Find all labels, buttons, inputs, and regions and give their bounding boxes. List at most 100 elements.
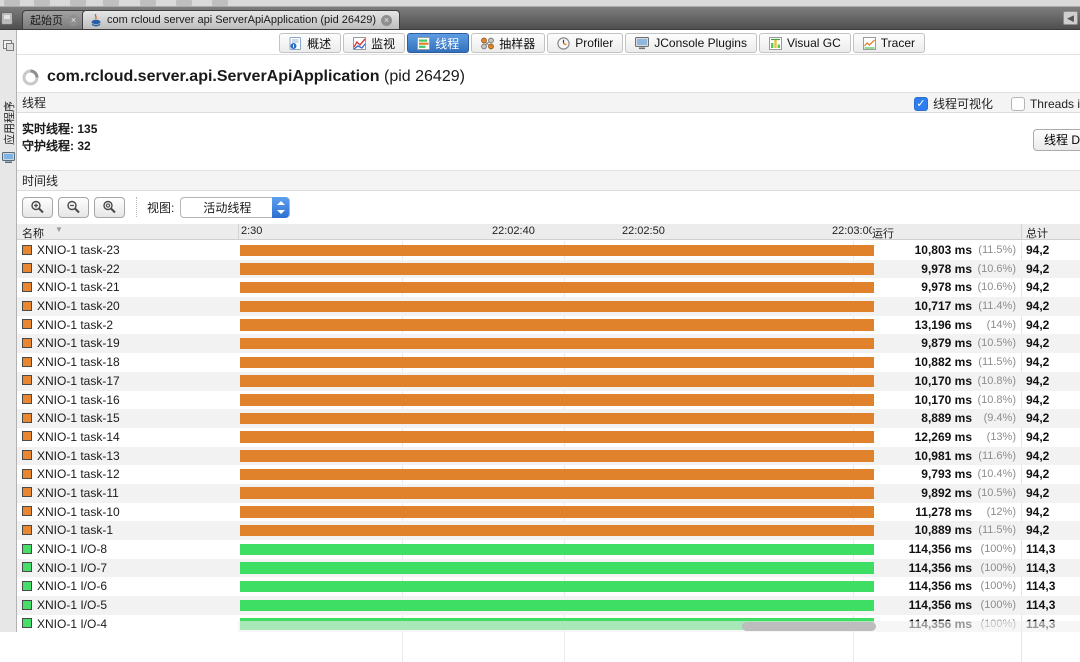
table-row[interactable]: XNIO-1 task-213,196 ms(14%)94,2: [17, 316, 1080, 335]
threads-inside-checkbox[interactable]: Threads i: [1011, 97, 1080, 111]
running-time: 12,269 ms: [915, 430, 972, 444]
total-time: 94,2: [1026, 486, 1049, 500]
total-time: 94,2: [1026, 505, 1049, 519]
thread-timeline-bar: [240, 263, 874, 275]
thread-timeline-bar: [240, 413, 874, 425]
view-label: 视图:: [147, 199, 174, 216]
zoom-out-button[interactable]: [58, 197, 89, 218]
running-percent: (100%): [981, 562, 1016, 574]
close-icon[interactable]: ×: [381, 15, 392, 26]
thread-timeline-bar: [240, 431, 874, 443]
horizontal-scrollbar[interactable]: [238, 621, 1080, 632]
thread-timeline-bar: [240, 357, 874, 369]
live-threads-line: 实时线程: 135: [22, 121, 97, 138]
view-tab-jconsole-plugins[interactable]: JConsole Plugins: [625, 33, 757, 53]
running-percent: (9.4%): [984, 412, 1016, 424]
threads-options: ✓ 线程可视化 Threads i: [914, 93, 1080, 114]
view-tab-tracer[interactable]: Tracer: [853, 33, 925, 53]
dropdown-stepper-icon[interactable]: [272, 197, 289, 218]
close-icon[interactable]: ×: [68, 15, 79, 26]
table-row[interactable]: XNIO-1 I/O-6114,356 ms(100%)114,3: [17, 577, 1080, 596]
zoom-fit-icon: [102, 200, 117, 214]
thread-visualization-label: 线程可视化: [933, 95, 993, 112]
thread-dump-button[interactable]: 线程 D: [1033, 129, 1080, 151]
view-tab-线程[interactable]: 线程: [407, 33, 469, 53]
scrollbar-thumb[interactable]: [742, 622, 876, 631]
thread-timeline-bar: [240, 338, 874, 350]
table-row[interactable]: XNIO-1 I/O-5114,356 ms(100%)114,3: [17, 596, 1080, 615]
computer-icon[interactable]: [2, 152, 15, 163]
total-time: 94,2: [1026, 411, 1049, 425]
toolbar-icon-stub: [70, 0, 86, 6]
running-time: 10,717 ms: [915, 299, 972, 313]
view-tab-概述[interactable]: 概述: [279, 33, 341, 53]
document-tab-strip: 起始页 × com rcloud server api ServerApiApp…: [0, 7, 1080, 30]
view-tab-抽样器[interactable]: 抽样器: [471, 33, 545, 53]
table-row[interactable]: XNIO-1 task-2010,717 ms(11.4%)94,2: [17, 297, 1080, 316]
table-row[interactable]: XNIO-1 task-1610,170 ms(10.8%)94,2: [17, 391, 1080, 410]
table-row[interactable]: XNIO-1 task-1710,170 ms(10.8%)94,2: [17, 372, 1080, 391]
sidebar-item-applications[interactable]: 应用程序: [1, 101, 17, 145]
thread-timeline-bar: [240, 450, 874, 462]
running-percent: (10.6%): [977, 281, 1016, 293]
thread-name: XNIO-1 task-22: [37, 262, 120, 276]
thread-state-icon: [22, 618, 32, 628]
tab-application[interactable]: com rcloud server api ServerApiApplicati…: [82, 10, 400, 29]
tab-scroll-left-icon[interactable]: ◀: [1063, 11, 1078, 25]
tab-start-page[interactable]: 起始页 ×: [22, 10, 87, 29]
view-tab-visual-gc[interactable]: Visual GC: [759, 33, 851, 53]
zoom-fit-button[interactable]: [94, 197, 125, 218]
timeline-section-caption: 时间线: [17, 170, 1080, 191]
thread-name: XNIO-1 I/O-4: [37, 617, 107, 631]
checkbox-unchecked-icon[interactable]: [1011, 97, 1025, 111]
column-header-running[interactable]: 运行: [872, 225, 894, 241]
table-row[interactable]: XNIO-1 task-1810,882 ms(11.5%)94,2: [17, 353, 1080, 372]
table-row[interactable]: XNIO-1 task-219,978 ms(10.6%)94,2: [17, 278, 1080, 297]
total-time: 94,2: [1026, 523, 1049, 537]
table-row[interactable]: XNIO-1 task-229,978 ms(10.6%)94,2: [17, 260, 1080, 279]
running-percent: (10.8%): [977, 375, 1016, 387]
view-tab-label: JConsole Plugins: [654, 36, 747, 50]
running-time: 114,356 ms: [909, 598, 972, 612]
timeline-caption-label: 时间线: [22, 172, 58, 189]
restore-group-icon[interactable]: [3, 40, 12, 49]
sort-descending-icon[interactable]: ▼: [55, 225, 63, 234]
table-row[interactable]: XNIO-1 task-1011,278 ms(12%)94,2: [17, 503, 1080, 522]
window-icon[interactable]: [1, 12, 13, 25]
running-time: 8,889 ms: [921, 411, 972, 425]
thread-timeline-bar: [240, 525, 874, 537]
thread-name: XNIO-1 task-20: [37, 299, 120, 313]
table-row[interactable]: XNIO-1 task-199,879 ms(10.5%)94,2: [17, 334, 1080, 353]
threads-section-caption: 线程 ✓ 线程可视化 Threads i: [17, 92, 1080, 113]
table-row[interactable]: XNIO-1 task-1412,269 ms(13%)94,2: [17, 428, 1080, 447]
column-header-name[interactable]: 名称: [22, 225, 44, 241]
view-tab-监视[interactable]: 监视: [343, 33, 405, 53]
table-row[interactable]: XNIO-1 I/O-8114,356 ms(100%)114,3: [17, 540, 1080, 559]
view-dropdown-value: 活动线程: [203, 199, 251, 216]
table-row[interactable]: XNIO-1 task-1310,981 ms(11.6%)94,2: [17, 447, 1080, 466]
running-time: 9,978 ms: [921, 262, 972, 276]
column-header-total[interactable]: 总计: [1026, 225, 1048, 241]
running-percent: (11.6%): [978, 450, 1016, 462]
zoom-in-button[interactable]: [22, 197, 53, 218]
table-row[interactable]: XNIO-1 task-2310,803 ms(11.5%)94,2: [17, 241, 1080, 260]
view-tab-label: Profiler: [575, 36, 613, 50]
thread-state-icon: [22, 282, 32, 292]
total-time: 94,2: [1026, 299, 1049, 313]
running-time: 10,803 ms: [915, 243, 972, 257]
table-row[interactable]: XNIO-1 task-110,889 ms(11.5%)94,2: [17, 521, 1080, 540]
table-row[interactable]: XNIO-1 task-158,889 ms(9.4%)94,2: [17, 409, 1080, 428]
column-divider: [1021, 224, 1022, 240]
visualgc-icon: [769, 37, 782, 50]
running-percent: (100%): [981, 543, 1016, 555]
table-row[interactable]: XNIO-1 task-119,892 ms(10.5%)94,2: [17, 484, 1080, 503]
table-row[interactable]: XNIO-1 task-129,793 ms(10.4%)94,2: [17, 465, 1080, 484]
checkbox-checked-icon[interactable]: ✓: [914, 97, 928, 111]
thread-name: XNIO-1 task-2: [37, 318, 113, 332]
view-tab-profiler[interactable]: Profiler: [547, 33, 623, 53]
table-row[interactable]: XNIO-1 I/O-7114,356 ms(100%)114,3: [17, 559, 1080, 578]
thread-name: XNIO-1 I/O-7: [37, 561, 107, 575]
view-tab-label: 抽样器: [499, 35, 535, 52]
view-dropdown[interactable]: 活动线程: [180, 197, 290, 218]
thread-visualization-checkbox[interactable]: ✓ 线程可视化: [914, 95, 993, 112]
